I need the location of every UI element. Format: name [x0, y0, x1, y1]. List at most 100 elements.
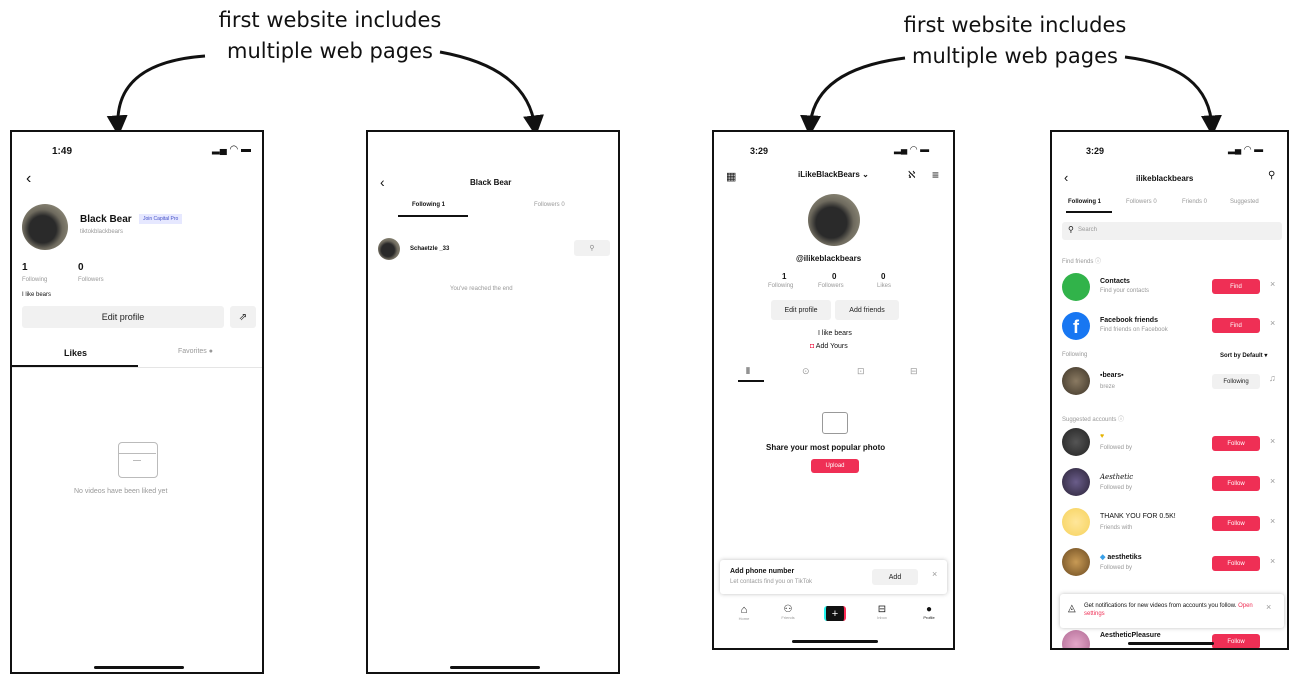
contacts-icon: [1062, 273, 1090, 301]
status-icons: ▂▄ ◠ ▬: [1228, 144, 1264, 154]
dismiss-suggested-2-icon[interactable]: ×: [1270, 476, 1275, 486]
follow-button-4[interactable]: Follow: [1212, 556, 1260, 571]
tab-following[interactable]: Following 1: [1068, 199, 1101, 205]
empty-likes-text: No videos have been liked yet: [74, 488, 168, 495]
tab-friends[interactable]: Friends 0: [1182, 199, 1207, 205]
qr-icon[interactable]: ▦: [726, 170, 736, 183]
end-of-list-text: You've reached the end: [450, 286, 513, 292]
creator-tools-icon[interactable]: ℵ: [908, 170, 915, 181]
add-phone-button[interactable]: Add: [872, 569, 918, 585]
tab-following[interactable]: Following 1: [412, 202, 445, 208]
home-indicator: [1128, 642, 1214, 645]
tab-liked-icon[interactable]: ⊟: [910, 366, 918, 377]
info-icon: ⓘ: [1095, 259, 1102, 265]
edit-profile-button[interactable]: Edit profile: [22, 306, 224, 328]
back-icon[interactable]: ‹: [1064, 170, 1068, 185]
user-name[interactable]: Schaetzle _33: [410, 246, 449, 252]
tab-private-icon[interactable]: ⊙: [802, 366, 810, 377]
dismiss-contacts-icon[interactable]: ×: [1270, 279, 1275, 289]
dismiss-suggested-4-icon[interactable]: ×: [1270, 556, 1275, 566]
edit-profile-button[interactable]: Edit profile: [771, 300, 831, 320]
home-indicator: [792, 640, 878, 643]
status-icons: ▂▄ ◠ ▬: [894, 144, 930, 154]
avatar[interactable]: [22, 204, 68, 250]
back-icon[interactable]: ‹: [380, 174, 385, 190]
tab-followers[interactable]: Followers 0: [534, 202, 565, 208]
add-user-icon[interactable]: ⚲: [1268, 170, 1275, 181]
following-user-avatar[interactable]: [1062, 367, 1090, 395]
tab-indicator: [738, 380, 764, 382]
following-user-text: bears: [1102, 372, 1122, 379]
tab-reposts-icon[interactable]: ⊡: [857, 366, 865, 377]
suggested-name-3: THANK YOU FOR 0.5K!: [1100, 513, 1176, 520]
followers-label: Followers: [78, 277, 104, 283]
stat-followers-label: Followers: [818, 283, 844, 289]
nav-home[interactable]: ⌂ Home: [734, 604, 754, 621]
stat-following-label: Following: [768, 283, 794, 289]
stat-likes-num[interactable]: 0: [881, 272, 885, 281]
add-yours-icon: ◘: [810, 343, 815, 350]
tab-favorites[interactable]: Favorites ●: [178, 348, 213, 355]
handle: @ilikeblackbears: [796, 254, 862, 263]
nav-profile[interactable]: ● Profile: [918, 604, 940, 620]
stat-followers-num[interactable]: 0: [832, 272, 836, 281]
add-phone-subtitle: Let contacts find you on TikTok: [730, 579, 813, 585]
follow-button-1[interactable]: Follow: [1212, 436, 1260, 451]
pro-badge[interactable]: Join Capital Pro: [139, 214, 183, 224]
suggested-avatar-3[interactable]: [1062, 508, 1090, 536]
share-profile-button[interactable]: ⇗: [230, 306, 256, 328]
find-facebook-button[interactable]: Find: [1212, 318, 1260, 333]
follow-button-3[interactable]: Follow: [1212, 516, 1260, 531]
username-switcher[interactable]: iLikeBlackBears ⌄: [798, 170, 869, 179]
search-input[interactable]: ⚲ Search: [1062, 222, 1282, 240]
tab-suggested[interactable]: Suggested: [1230, 199, 1259, 205]
suggested-name-2: Aesthetic: [1100, 473, 1134, 481]
following-count[interactable]: 1: [22, 262, 28, 273]
close-icon[interactable]: ×: [932, 569, 937, 579]
followers-count[interactable]: 0: [78, 262, 84, 273]
home-indicator: [450, 666, 540, 669]
find-friends-text: Find friends: [1062, 259, 1094, 265]
avatar[interactable]: [808, 194, 860, 246]
friend-status-button[interactable]: ⚲: [574, 240, 610, 256]
sort-dropdown[interactable]: Sort by Default ▾: [1220, 352, 1267, 359]
close-notification-icon[interactable]: ×: [1266, 602, 1271, 612]
suggested-avatar-4[interactable]: [1062, 548, 1090, 576]
nav-friends[interactable]: ⚇ Friends: [776, 604, 800, 620]
tab-likes[interactable]: Likes: [64, 348, 87, 358]
find-contacts-button[interactable]: Find: [1212, 279, 1260, 294]
status-time: 3:29: [1086, 146, 1105, 156]
find-friends-label: Find friends ⓘ: [1062, 256, 1101, 265]
dismiss-suggested-3-icon[interactable]: ×: [1270, 516, 1275, 526]
create-button[interactable]: +: [824, 606, 846, 621]
contacts-title: Contacts: [1100, 278, 1130, 285]
dismiss-facebook-icon[interactable]: ×: [1270, 318, 1275, 328]
bio: I like bears: [22, 292, 52, 298]
arrow-right-2: [1124, 55, 1222, 137]
user-avatar[interactable]: [378, 238, 400, 260]
bell-icon[interactable]: ♫: [1269, 373, 1276, 383]
suggested-avatar-1[interactable]: [1062, 428, 1090, 456]
menu-icon[interactable]: ≡: [932, 168, 939, 182]
suggested-avatar-5[interactable]: [1062, 630, 1090, 648]
nav-home-label: Home: [738, 616, 750, 621]
dismiss-suggested-1-icon[interactable]: ×: [1270, 436, 1275, 446]
following-user-name: ▪bears▪: [1100, 372, 1124, 379]
following-button[interactable]: Following: [1212, 374, 1260, 389]
follow-button-2[interactable]: Follow: [1212, 476, 1260, 491]
back-icon[interactable]: ‹: [26, 170, 31, 188]
tab-videos-icon[interactable]: ⦀: [746, 366, 750, 377]
add-phone-title: Add phone number: [730, 568, 795, 575]
suggested-avatar-2[interactable]: [1062, 468, 1090, 496]
chevron-down-icon: ⌄: [862, 170, 869, 179]
bio: I like bears: [818, 330, 852, 337]
add-friends-button[interactable]: Add friends: [835, 300, 899, 320]
status-time: 1:49: [52, 146, 73, 157]
add-yours-link[interactable]: ◘ Add Yours: [810, 343, 848, 350]
nav-inbox[interactable]: ⊟ Inbox: [872, 604, 892, 620]
upload-button[interactable]: Upload: [811, 459, 859, 473]
phone-following-list: ‹ Black Bear Following 1 Followers 0 Sch…: [366, 130, 620, 674]
stat-following-num[interactable]: 1: [782, 272, 786, 281]
follow-button-5[interactable]: Follow: [1212, 634, 1260, 648]
tab-followers[interactable]: Followers 0: [1126, 199, 1157, 205]
